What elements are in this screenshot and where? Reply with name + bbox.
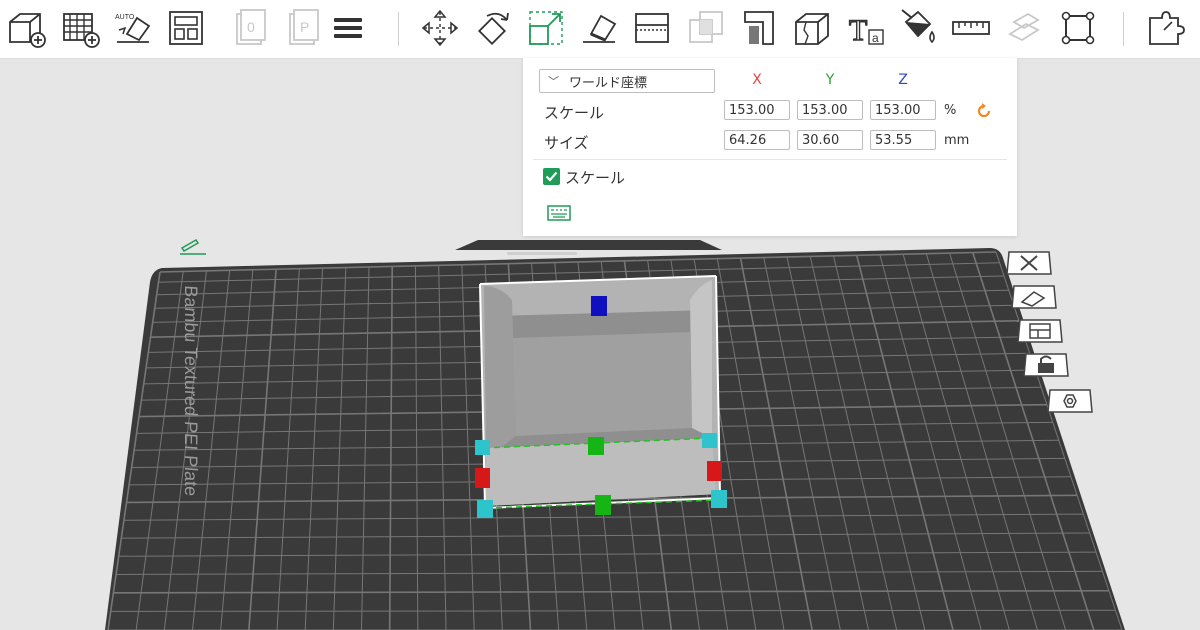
- scale-handle-x-left[interactable]: [475, 468, 490, 488]
- fit-view-button[interactable]: [1058, 8, 1098, 48]
- lay-on-face-button[interactable]: [579, 8, 619, 48]
- rotate-button[interactable]: [473, 8, 513, 48]
- svg-text:a: a: [872, 31, 879, 45]
- scale-handle-y-front[interactable]: [595, 495, 611, 515]
- scale-handle-corner-bl[interactable]: [477, 500, 493, 518]
- add-object-icon: [9, 13, 46, 48]
- rotate-icon: [477, 12, 509, 46]
- plate-view-button[interactable]: P: [282, 8, 322, 48]
- uniform-scale-checkbox[interactable]: [543, 168, 560, 185]
- measure-button[interactable]: [951, 8, 991, 48]
- move-icon: [421, 9, 459, 47]
- split-parts-button[interactable]: [1146, 8, 1186, 48]
- scale-y-input[interactable]: 153.00: [797, 100, 863, 120]
- scale-handle-y-back[interactable]: [588, 437, 604, 455]
- orient-plate-button[interactable]: [1010, 284, 1058, 310]
- chevron-down-icon: ﹀: [548, 75, 559, 88]
- plate-tab-icon: P: [289, 9, 319, 45]
- boolean-icon: [689, 11, 723, 43]
- hexagon-icon: [1047, 389, 1093, 413]
- object-tab-icon: 0: [236, 9, 266, 45]
- svg-text:0: 0: [247, 19, 255, 35]
- move-button[interactable]: [420, 8, 460, 48]
- size-x-input[interactable]: 64.26: [724, 130, 790, 150]
- color-paint-icon: [901, 9, 935, 44]
- scale-unit: %: [944, 103, 957, 118]
- assembly-button[interactable]: [1004, 8, 1044, 48]
- add-plate-icon: [63, 13, 100, 48]
- scale-handle-corner-tr[interactable]: [702, 433, 717, 448]
- reset-scale-icon[interactable]: [975, 102, 993, 120]
- plate-tab-slot: [507, 252, 577, 255]
- panel-divider: [533, 159, 1007, 160]
- auto-orient-icon: [1011, 285, 1057, 309]
- size-y-input[interactable]: 30.60: [797, 130, 863, 150]
- seam-paint-icon: [795, 13, 829, 45]
- axis-z-header: Z: [898, 72, 908, 88]
- scale-z-input[interactable]: 153.00: [870, 100, 936, 120]
- size-z-input[interactable]: 53.55: [870, 130, 936, 150]
- axis-x-header: X: [752, 72, 762, 88]
- support-paint-button[interactable]: [739, 8, 779, 48]
- seam-paint-button[interactable]: [792, 8, 832, 48]
- arrange-button[interactable]: [166, 8, 206, 48]
- size-row-label: サイズ: [544, 134, 589, 152]
- arrange-icon: [1017, 319, 1063, 343]
- coordinate-system-value: ワールド座標: [569, 75, 648, 91]
- fit-view-icon: [1061, 11, 1095, 45]
- lay-on-face-icon: [583, 14, 617, 43]
- arrange-plate-button[interactable]: [1016, 318, 1064, 344]
- scale-panel: ﹀ ワールド座標 X Y Z スケール 153.00 153.00 153.00…: [523, 58, 1017, 236]
- scale-row-label: スケール: [544, 104, 605, 122]
- size-unit: mm: [944, 133, 970, 148]
- text-icon: T a: [848, 13, 884, 48]
- scale-handle-x-right[interactable]: [707, 461, 722, 481]
- measure-icon: [952, 21, 990, 35]
- main-toolbar: AUTO 0 P T a: [0, 0, 1200, 59]
- plate-settings-button[interactable]: [1046, 388, 1094, 414]
- scale-handle-corner-br[interactable]: [711, 490, 727, 508]
- layers-button[interactable]: [328, 8, 368, 48]
- scale-handle-z[interactable]: [591, 296, 607, 316]
- edit-pen-icon[interactable]: [180, 239, 206, 255]
- mesh-box-button[interactable]: T a: [845, 8, 885, 48]
- auto-orient-icon: AUTO: [115, 14, 151, 43]
- axis-y-header: Y: [825, 72, 835, 88]
- cut-button[interactable]: [632, 8, 672, 48]
- arrange-icon: [169, 11, 203, 45]
- plate-back-tab: [455, 240, 722, 250]
- svg-text:T: T: [849, 14, 867, 47]
- scale-x-input[interactable]: 153.00: [724, 100, 790, 120]
- lock-icon: [1023, 353, 1069, 377]
- scale-handle-corner-tl[interactable]: [475, 440, 490, 455]
- support-paint-icon: [744, 11, 774, 45]
- uniform-scale-label: スケール: [565, 169, 626, 187]
- keyboard-icon[interactable]: [547, 205, 571, 221]
- close-icon: [1006, 251, 1052, 275]
- auto-orient-button[interactable]: AUTO: [113, 8, 153, 48]
- scale-button[interactable]: [526, 8, 566, 48]
- layers-list-icon: [334, 18, 362, 38]
- assembly-icon: [1008, 12, 1040, 42]
- cut-icon: [635, 13, 669, 43]
- checkmark-icon: [545, 171, 558, 182]
- scale-icon: [529, 11, 563, 45]
- object-view-button[interactable]: 0: [229, 8, 269, 48]
- toolbar-separator: [1123, 12, 1124, 46]
- add-object-button[interactable]: [6, 8, 46, 48]
- color-paint-button[interactable]: [898, 8, 938, 48]
- split-parts-icon: [1149, 11, 1185, 45]
- add-plate-button[interactable]: [60, 8, 100, 48]
- plate-label: Bambu Textured PEI Plate: [181, 285, 201, 497]
- toolbar-separator: [398, 12, 399, 46]
- svg-text:P: P: [300, 19, 309, 35]
- coordinate-system-select[interactable]: ﹀ ワールド座標: [539, 69, 715, 93]
- lock-plate-button[interactable]: [1022, 352, 1070, 378]
- boolean-button[interactable]: [686, 8, 726, 48]
- delete-plate-button[interactable]: [1005, 250, 1053, 276]
- svg-text:AUTO: AUTO: [115, 14, 135, 21]
